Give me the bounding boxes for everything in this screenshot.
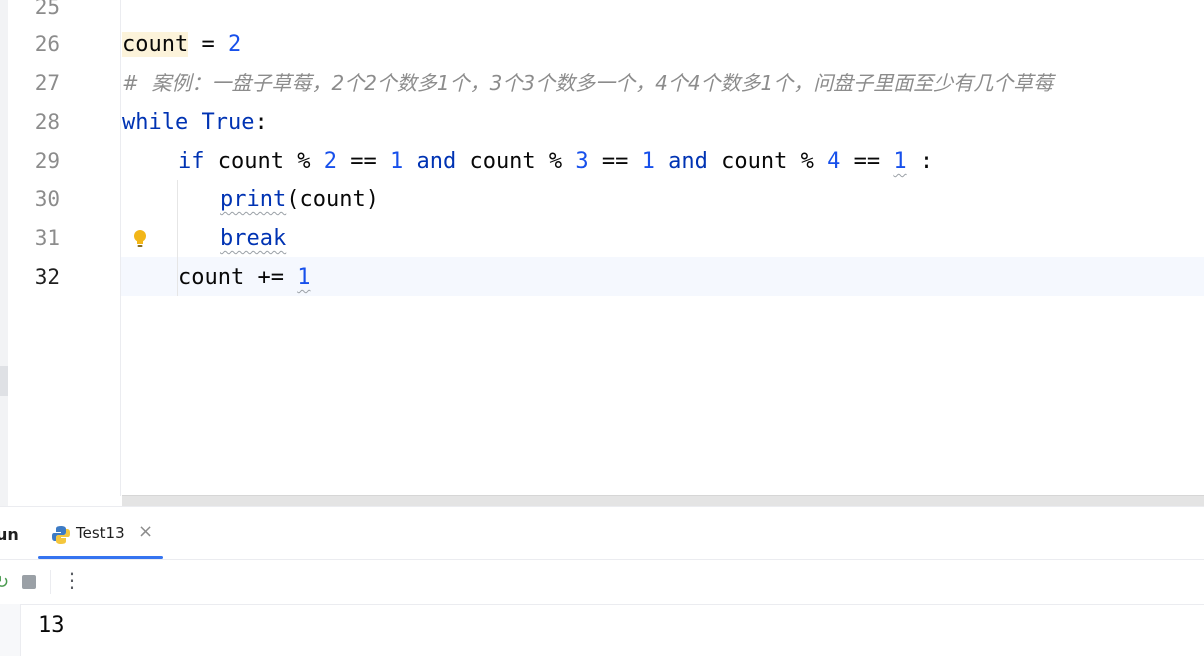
code-line-32[interactable]: count += 1 <box>178 258 310 297</box>
horizontal-scrollbar[interactable] <box>122 495 1204 506</box>
number-literal: 3 <box>575 149 589 174</box>
scroll-marker <box>0 366 8 396</box>
keyword-while: while <box>122 110 189 135</box>
indent-guide <box>177 180 178 258</box>
line-number: 25 <box>34 0 60 19</box>
operator: = <box>188 32 228 57</box>
code-text: == <box>840 149 894 174</box>
tab-test13[interactable]: Test13 × <box>38 507 163 559</box>
code-text: == <box>336 149 390 174</box>
more-options-icon[interactable]: ⋮ <box>62 570 82 590</box>
code-line-26[interactable]: count = 2 <box>122 25 241 64</box>
close-icon[interactable]: × <box>138 521 153 542</box>
rerun-icon[interactable]: ↻ <box>0 572 9 593</box>
current-line-number: 32 <box>34 265 60 289</box>
line-number: 26 <box>34 32 60 56</box>
code-text: : <box>906 149 934 174</box>
code-line-28[interactable]: while True: <box>122 103 268 142</box>
builtin-print: print <box>220 187 287 212</box>
run-toolbar: ↻ ⋮ <box>0 559 1204 605</box>
line-number: 31 <box>34 226 60 250</box>
code-line-30[interactable]: print(count) <box>220 180 379 219</box>
number-literal: 1 <box>389 149 404 174</box>
code-editor[interactable]: 25 26 27 28 29 30 31 32 count = 2 # 案例：一… <box>0 0 1204 506</box>
console-side-strip <box>0 604 21 656</box>
line-number: 27 <box>34 71 60 95</box>
line-number: 28 <box>34 110 60 134</box>
line-number: 29 <box>34 149 60 173</box>
number-literal: 1 <box>297 265 311 290</box>
number-literal: 1 <box>641 149 655 174</box>
left-tool-strip <box>0 0 8 506</box>
number-literal: 4 <box>827 149 841 174</box>
code-text: count += <box>178 265 298 290</box>
line-number: 30 <box>34 187 60 211</box>
tab-label: Test13 <box>76 524 125 542</box>
console-output: 13 <box>38 613 65 638</box>
stop-icon[interactable] <box>22 575 36 589</box>
number-literal: 2 <box>227 32 242 57</box>
keyword-true: True <box>201 110 255 135</box>
python-icon <box>52 526 70 544</box>
keyword-if: if <box>178 149 205 174</box>
number-literal: 2 <box>323 149 337 174</box>
run-tool-window: un Test13 × ↻ ⋮ 13 <box>0 506 1204 656</box>
toolbar-divider <box>50 570 51 594</box>
run-panel-title: un <box>0 525 19 544</box>
keyword-and: and <box>416 149 457 174</box>
code-text: == <box>588 149 642 174</box>
keyword-break: break <box>220 226 287 251</box>
code-text: count % <box>707 149 828 174</box>
colon: : <box>254 110 268 135</box>
comment-line-27[interactable]: # 案例：一盘子草莓，2个2个数多1个，3个3个数多一个，4个4个数多1个，问盘… <box>122 64 1053 103</box>
code-line-31[interactable]: break <box>220 219 286 258</box>
call-args: (count) <box>286 187 379 212</box>
code-line-29[interactable]: if count % 2 == 1 and count % 3 == 1 and… <box>178 142 933 181</box>
code-text: count % <box>456 149 576 174</box>
keyword-and: and <box>668 149 708 174</box>
number-literal: 1 <box>893 149 907 174</box>
lightbulb-icon[interactable] <box>132 229 148 249</box>
identifier-count: count <box>122 32 189 57</box>
code-text: count % <box>204 149 324 174</box>
